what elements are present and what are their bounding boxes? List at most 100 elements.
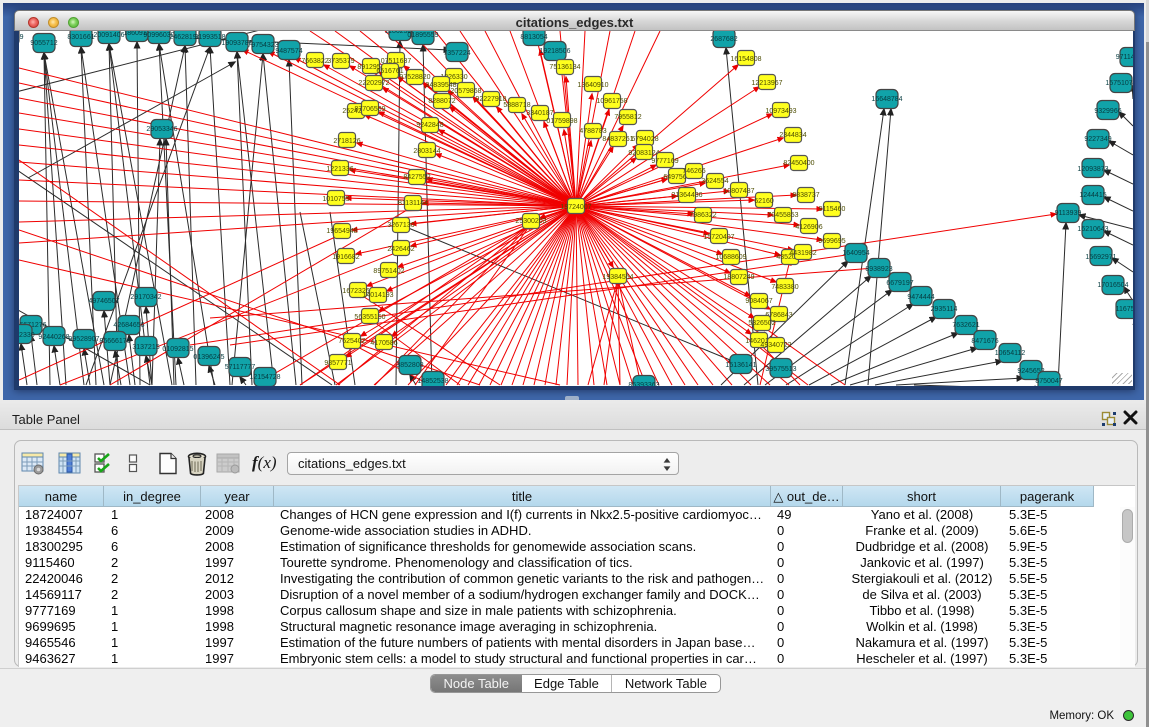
svg-text:7986322: 7986322 [689,212,716,219]
svg-text:42684656: 42684656 [113,322,144,329]
svg-text:21364436: 21364436 [671,192,702,199]
svg-text:16648784: 16648784 [871,96,902,103]
svg-text:9487574: 9487574 [275,48,302,55]
svg-text:9113939: 9113939 [1055,210,1082,217]
svg-text:3852808: 3852808 [396,362,423,369]
svg-text:9857771: 9857771 [324,360,351,367]
svg-text:3137215: 3137215 [132,344,159,351]
svg-text:2935114: 2935114 [931,306,958,313]
svg-text:8750047: 8750047 [1035,378,1062,385]
svg-text:29170342: 29170342 [130,294,161,301]
svg-text:29053346: 29053346 [146,126,177,133]
svg-text:7632621: 7632621 [952,322,979,329]
svg-text:87706589: 87706589 [354,106,385,113]
svg-text:9699695: 9699695 [818,238,845,245]
svg-text:9242848: 9242848 [416,122,443,129]
svg-text:1916682: 1916682 [332,254,359,261]
svg-text:17016504: 17016504 [1097,282,1128,289]
svg-text:12093873: 12093873 [1077,166,1108,173]
svg-text:16154808: 16154808 [730,56,761,63]
svg-text:10961758: 10961758 [596,98,627,105]
svg-text:1221336: 1221336 [326,166,353,173]
svg-text:9084067: 9084067 [745,298,772,305]
svg-text:4788783: 4788783 [579,128,606,135]
svg-text:8471676: 8471676 [971,338,998,345]
svg-text:12154728: 12154728 [249,374,280,381]
svg-text:9777169: 9777169 [651,158,678,165]
svg-text:15720407: 15720407 [703,234,734,241]
svg-text:19384554: 19384554 [602,274,633,281]
svg-text:116753: 116753 [1116,306,1133,313]
svg-text:39575513: 39575513 [765,366,796,373]
svg-text:75136134: 75136134 [549,64,580,71]
svg-text:8813054: 8813054 [520,34,547,41]
svg-text:62160: 62160 [754,198,774,205]
svg-text:10688609: 10688609 [715,254,746,261]
svg-text:1244415: 1244415 [1079,192,1106,199]
svg-text:7357224: 7357224 [443,50,470,57]
svg-text:15751074: 15751074 [1105,80,1133,87]
svg-text:10973493: 10973493 [765,108,796,115]
svg-text:99528907: 99528907 [68,336,99,343]
svg-text:2718126: 2718126 [333,138,360,145]
svg-text:3267130: 3267130 [387,222,414,229]
svg-text:7483380: 7483380 [771,284,798,291]
svg-text:5326502: 5326502 [748,320,775,327]
svg-text:15692971: 15692971 [1085,254,1116,261]
svg-text:92440268: 92440268 [38,334,69,341]
svg-text:01759898: 01759898 [546,118,577,125]
svg-text:3624554: 3624554 [701,178,728,185]
svg-text:10807487: 10807487 [723,188,754,195]
svg-text:2122330: 2122330 [19,332,35,339]
svg-text:2687682: 2687682 [710,36,737,43]
svg-text:97114710: 97114710 [1116,54,1133,61]
svg-text:89751402: 89751402 [373,268,404,275]
svg-text:8427552: 8427552 [403,174,430,181]
svg-text:26018159: 26018159 [19,34,24,41]
svg-text:18724007: 18724007 [560,204,591,211]
svg-text:9227349: 9227349 [1084,136,1111,143]
svg-text:14852538: 14852538 [417,378,448,385]
svg-text:84837261: 84837261 [602,136,633,143]
svg-text:25300203: 25300203 [515,218,546,225]
svg-text:9474444: 9474444 [907,294,934,301]
svg-text:19218506: 19218506 [539,48,570,55]
svg-text:49340722: 49340722 [760,342,791,349]
svg-text:8288072: 8288072 [428,98,455,105]
svg-text:01092815: 01092815 [162,346,193,353]
svg-text:8301661: 8301661 [67,34,94,41]
svg-text:19654948: 19654948 [326,228,357,235]
svg-text:20091406: 20091406 [93,32,124,39]
svg-text:49746507: 49746507 [88,298,119,305]
svg-text:22202972: 22202972 [358,80,389,87]
svg-text:20579868: 20579868 [450,88,481,95]
svg-text:3735379: 3735379 [327,58,354,65]
svg-text:2344834: 2344834 [779,132,806,139]
svg-text:2426462: 2426462 [387,246,414,253]
svg-text:81131144: 81131144 [398,200,428,207]
svg-text:6679197: 6679197 [886,280,913,287]
svg-text:82450400: 82450400 [783,160,814,167]
svg-text:1640954: 1640954 [842,250,869,257]
svg-text:7663822: 7663822 [301,58,328,65]
svg-text:01895559: 01895559 [407,32,438,39]
svg-text:5888718: 5888718 [503,102,530,109]
svg-text:97528820: 97528820 [399,74,430,81]
svg-text:7955812: 7955812 [614,114,641,121]
svg-text:746266: 746266 [682,168,705,175]
svg-text:85393363: 85393363 [628,382,659,386]
svg-text:13640910: 13640910 [577,82,608,89]
svg-text:14014193: 14014193 [362,292,393,299]
svg-text:9329966: 9329966 [1094,108,1121,115]
svg-text:79754323: 79754323 [247,42,278,49]
svg-text:8838737: 8838737 [792,192,819,199]
svg-text:4431982: 4431982 [789,250,816,257]
svg-text:8938923: 8938923 [865,266,892,273]
svg-text:56355150: 56355150 [354,314,385,321]
svg-text:15136141: 15136141 [725,362,756,369]
svg-text:18807249: 18807249 [723,274,754,281]
svg-text:86666176: 86666176 [99,338,130,345]
svg-text:10654112: 10654112 [995,350,1026,357]
svg-text:2803144: 2803144 [413,148,440,155]
svg-text:16210643: 16210643 [1077,226,1108,233]
